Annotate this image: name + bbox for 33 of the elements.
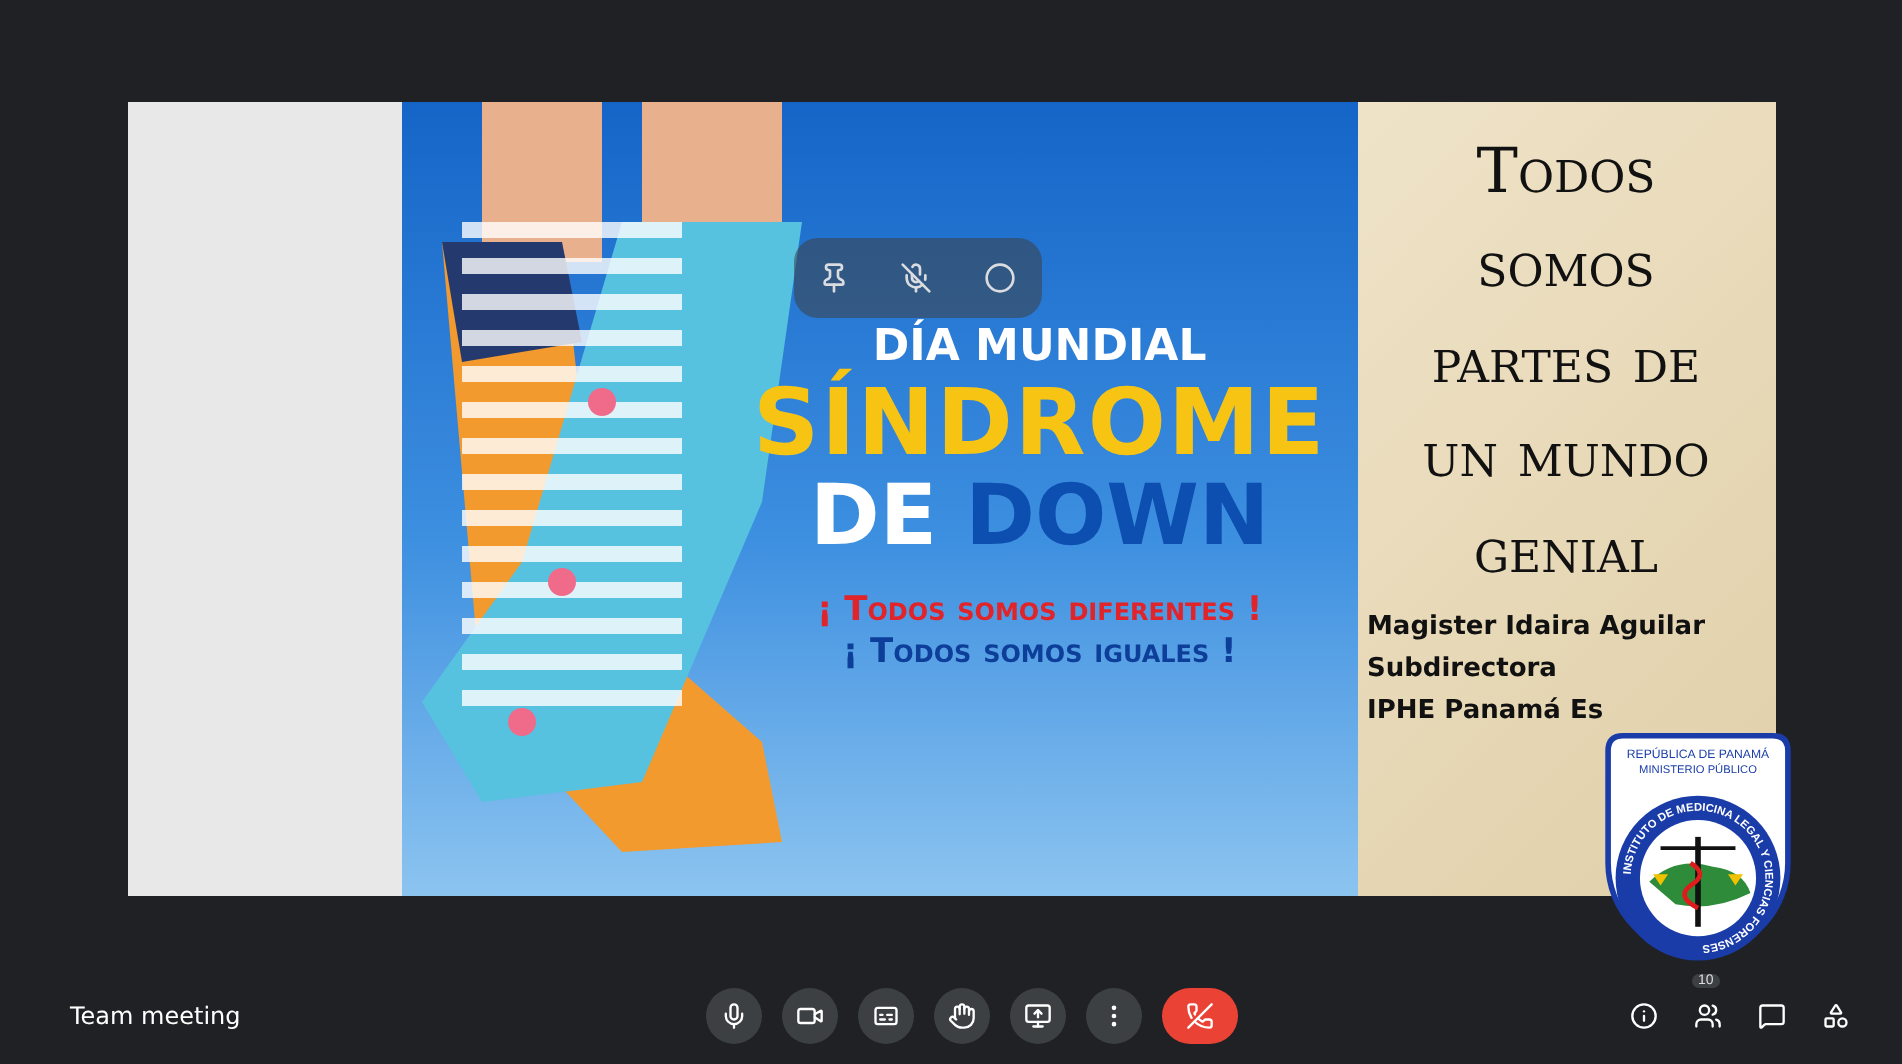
mute-button[interactable] <box>900 262 933 294</box>
present-button[interactable] <box>1010 987 1066 1044</box>
microphone-icon <box>720 1001 748 1030</box>
slide-title-line: somos <box>1477 228 1655 307</box>
microphone-button[interactable] <box>706 987 762 1044</box>
raise-hand-button[interactable] <box>934 987 990 1044</box>
hang-up-button[interactable] <box>1162 987 1238 1044</box>
captions-icon <box>872 1001 900 1030</box>
slide-credit-line: Magister Idaira Aguilar <box>1367 610 1705 647</box>
info-icon <box>1630 1001 1658 1030</box>
poster-headline-word: DOWN <box>965 472 1270 561</box>
slide-credit-line: IPHE Panamá Es <box>1367 693 1606 730</box>
people-icon <box>1694 1001 1722 1030</box>
poster-slogan: ¡ Todos somos iguales ! <box>842 633 1237 671</box>
captions-button[interactable] <box>858 987 914 1044</box>
pin-button[interactable] <box>818 262 851 294</box>
slide-credit-line: Subdirectora <box>1367 651 1559 688</box>
poster-headline-word: DE <box>810 472 938 561</box>
slide-title-line: genial <box>1473 513 1659 592</box>
raise-hand-icon <box>948 1001 976 1030</box>
slide-title-line: Todos <box>1476 134 1656 212</box>
camera-button[interactable] <box>782 987 838 1044</box>
present-icon <box>1024 1001 1052 1030</box>
poster-subtitle: DÍA MUNDIAL <box>872 322 1207 372</box>
meeting-title: Team meeting <box>70 1001 243 1030</box>
poster-slogan: ¡ Todos somos diferentes ! <box>816 592 1263 630</box>
more-button[interactable] <box>983 262 1016 294</box>
activities-icon <box>1822 1001 1850 1030</box>
chat-icon <box>1758 1001 1786 1030</box>
info-button[interactable] <box>1626 997 1662 1034</box>
slide-title-line: partes de <box>1431 323 1701 402</box>
slide-title-line: un mundo <box>1422 418 1710 497</box>
hang-up-icon <box>1186 1001 1214 1030</box>
